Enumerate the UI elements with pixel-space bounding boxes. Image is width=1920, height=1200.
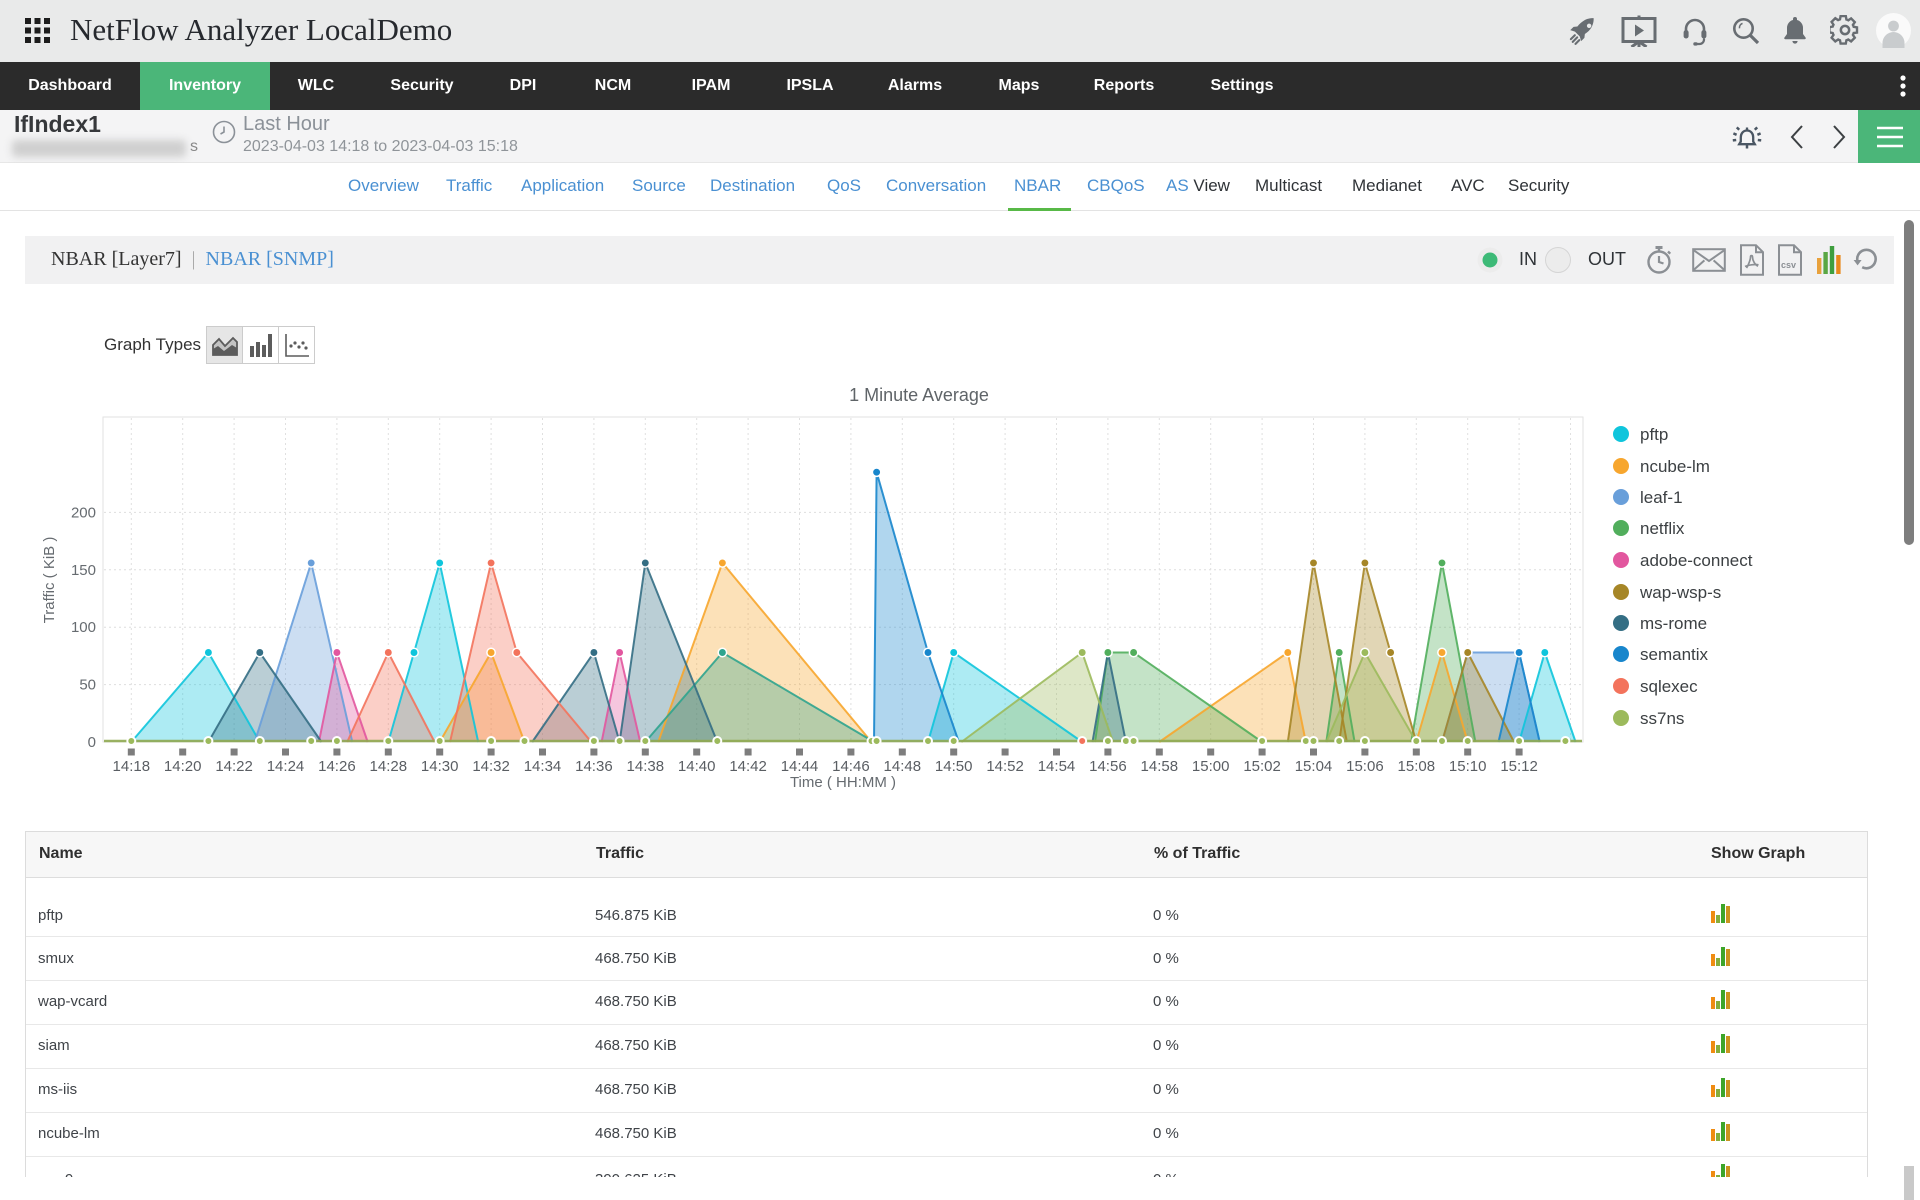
svg-text:14:46: 14:46: [832, 758, 870, 775]
svg-text:14:28: 14:28: [370, 758, 408, 775]
svg-text:14:20: 14:20: [164, 758, 202, 775]
svg-text:14:32: 14:32: [472, 758, 510, 775]
svg-text:14:42: 14:42: [729, 758, 767, 775]
svg-text:14:30: 14:30: [421, 758, 459, 775]
svg-text:ncube-lm: ncube-lm: [1640, 457, 1710, 476]
svg-text:semantix: semantix: [1640, 645, 1709, 664]
svg-text:150: 150: [71, 562, 96, 579]
svg-text:15:02: 15:02: [1243, 758, 1281, 775]
svg-text:14:44: 14:44: [781, 758, 819, 775]
svg-text:ms-rome: ms-rome: [1640, 614, 1707, 633]
svg-text:leaf-1: leaf-1: [1640, 488, 1683, 507]
svg-text:15:10: 15:10: [1449, 758, 1487, 775]
svg-text:Time ( HH:MM ): Time ( HH:MM ): [790, 774, 896, 791]
svg-text:0: 0: [88, 734, 96, 751]
svg-text:14:56: 14:56: [1089, 758, 1127, 775]
svg-text:14:52: 14:52: [986, 758, 1024, 775]
svg-text:Traffic ( KiB ): Traffic ( KiB ): [41, 537, 58, 624]
svg-text:14:50: 14:50: [935, 758, 973, 775]
svg-text:15:06: 15:06: [1346, 758, 1384, 775]
svg-text:15:04: 15:04: [1295, 758, 1333, 775]
svg-text:ss7ns: ss7ns: [1640, 709, 1684, 728]
svg-text:14:34: 14:34: [524, 758, 562, 775]
svg-text:14:48: 14:48: [884, 758, 922, 775]
svg-text:14:26: 14:26: [318, 758, 356, 775]
svg-text:netflix: netflix: [1640, 519, 1685, 538]
svg-text:14:54: 14:54: [1038, 758, 1076, 775]
svg-text:sqlexec: sqlexec: [1640, 677, 1698, 696]
svg-text:15:08: 15:08: [1398, 758, 1436, 775]
svg-text:1 Minute Average: 1 Minute Average: [849, 385, 989, 405]
svg-text:200: 200: [71, 504, 96, 521]
svg-text:adobe-connect: adobe-connect: [1640, 551, 1753, 570]
svg-text:14:40: 14:40: [678, 758, 716, 775]
svg-text:14:24: 14:24: [267, 758, 305, 775]
svg-text:14:38: 14:38: [627, 758, 665, 775]
svg-text:14:22: 14:22: [215, 758, 253, 775]
svg-text:14:36: 14:36: [575, 758, 613, 775]
svg-text:15:00: 15:00: [1192, 758, 1230, 775]
svg-text:50: 50: [79, 677, 96, 694]
svg-text:pftp: pftp: [1640, 425, 1668, 444]
svg-text:14:58: 14:58: [1141, 758, 1179, 775]
svg-text:15:12: 15:12: [1500, 758, 1538, 775]
svg-text:csv: csv: [1781, 260, 1796, 270]
svg-text:100: 100: [71, 619, 96, 636]
svg-text:14:18: 14:18: [113, 758, 151, 775]
svg-text:wap-wsp-s: wap-wsp-s: [1639, 583, 1721, 602]
